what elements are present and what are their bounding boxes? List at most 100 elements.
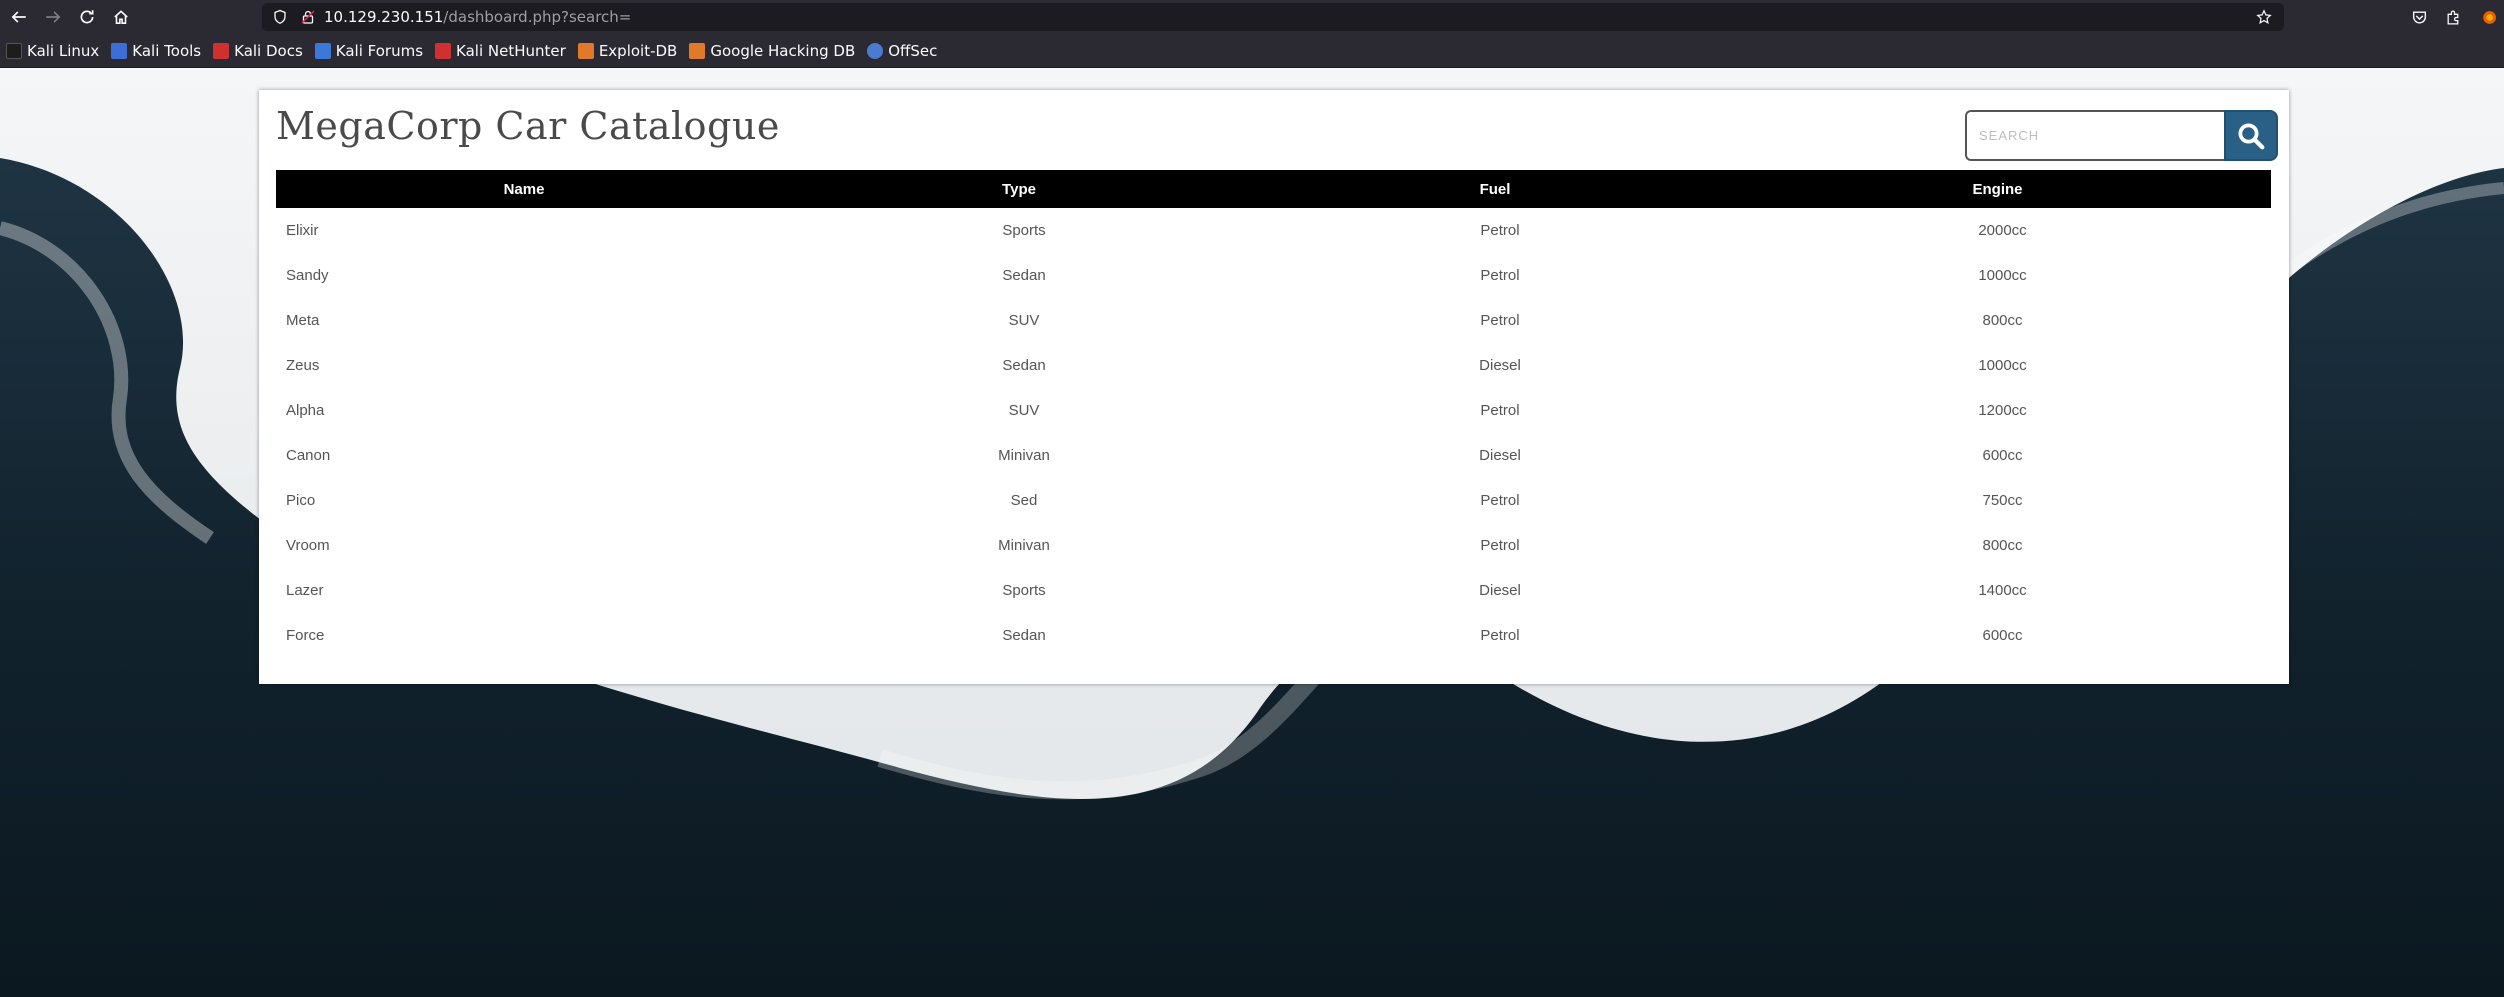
kali-docs-icon: [213, 42, 230, 59]
address-bar[interactable]: 10.129.230.151/dashboard.php?search=: [262, 3, 2284, 31]
cell-name: Canon: [286, 447, 331, 464]
cell-engine: 2000cc: [1978, 222, 2027, 239]
cell-engine: 600cc: [1982, 447, 2023, 464]
cell-engine: 1000cc: [1978, 267, 2027, 284]
page-viewport: MegaCorp Car Catalogue Name Type Fuel En…: [0, 68, 2504, 997]
cell-type: Sed: [1010, 492, 1038, 509]
cell-engine: 750cc: [1982, 492, 2023, 509]
column-header-type: Type: [1002, 180, 1036, 198]
cell-engine: 800cc: [1982, 537, 2023, 554]
cell-engine: 1400cc: [1978, 582, 2027, 599]
puzzle-icon: [2447, 10, 2458, 25]
cell-name: Pico: [286, 492, 316, 509]
cell-engine: 1000cc: [1978, 357, 2027, 374]
bookmark-kali-linux[interactable]: Kali Linux: [6, 42, 99, 60]
pocket-button[interactable]: [2402, 0, 2436, 34]
cell-name: Force: [286, 627, 325, 644]
cell-type: Sedan: [1002, 267, 1046, 284]
table-row: Meta SUV Petrol 800cc: [276, 298, 2271, 343]
exploit-db-icon: [577, 42, 594, 59]
table-row: Elixir Sports Petrol 2000cc: [276, 208, 2271, 253]
bookmark-label: OffSec: [888, 41, 938, 60]
table-row: Sandy Sedan Petrol 1000cc: [276, 253, 2271, 298]
cell-name: Sandy: [286, 267, 329, 284]
ghdb-icon: [689, 42, 706, 59]
kali-forums-icon: [314, 42, 331, 59]
reload-button[interactable]: [72, 2, 102, 32]
back-arrow-icon: [11, 11, 26, 23]
bookmark-star-icon[interactable]: [2256, 9, 2272, 25]
bookmark-google-hacking-db[interactable]: Google Hacking DB: [689, 42, 855, 60]
page-title: MegaCorp Car Catalogue: [276, 104, 780, 148]
table-row: Alpha SUV Petrol 1200cc: [276, 388, 2271, 433]
bookmark-exploit-db[interactable]: Exploit-DB: [577, 41, 678, 60]
url-text[interactable]: 10.129.230.151/dashboard.php?search=: [324, 8, 631, 26]
offsec-icon: [867, 42, 884, 59]
bookmark-kali-forums[interactable]: Kali Forums: [314, 41, 424, 60]
cell-name: Lazer: [286, 582, 324, 599]
cell-fuel: Diesel: [1479, 582, 1521, 599]
cell-type: Sedan: [1002, 357, 1046, 374]
cell-type: Sports: [1002, 582, 1046, 599]
cell-fuel: Petrol: [1480, 222, 1520, 239]
bookmark-label: Kali Forums: [335, 41, 424, 60]
bookmark-offsec[interactable]: OffSec: [867, 42, 937, 60]
kali-dragon-icon: [6, 42, 22, 59]
bookmarks-bar: Kali Linux Kali Tools Kali Docs Kali For…: [0, 34, 2504, 68]
table-row: Lazer Sports Diesel 1400cc: [276, 568, 2271, 613]
search-button[interactable]: [2224, 110, 2278, 161]
url-path: /dashboard.php?search=: [443, 8, 632, 26]
cell-engine: 1200cc: [1978, 402, 2027, 419]
nethunter-icon: [435, 42, 452, 59]
table-row: Vroom Minivan Petrol 800cc: [276, 523, 2271, 568]
car-catalogue-table: Name Type Fuel Engine Elixir Sports Petr…: [276, 170, 2271, 658]
back-button[interactable]: [4, 2, 34, 32]
bookmark-label: Kali Linux: [27, 41, 100, 60]
pocket-icon: [2412, 10, 2426, 23]
cell-name: Alpha: [286, 402, 325, 419]
bookmark-label: Google Hacking DB: [710, 41, 856, 60]
bookmark-label: Kali Tools: [132, 41, 202, 60]
cell-fuel: Petrol: [1480, 537, 1520, 554]
cell-name: Meta: [286, 312, 320, 329]
cell-type: Minivan: [998, 447, 1050, 464]
cell-fuel: Petrol: [1480, 402, 1520, 419]
extensions-button[interactable]: [2436, 0, 2470, 34]
toolbar-right-icons: [2402, 0, 2504, 34]
bookmark-kali-tools[interactable]: Kali Tools: [111, 42, 201, 60]
cell-engine: 600cc: [1982, 627, 2023, 644]
table-row: Force Sedan Petrol 600cc: [276, 613, 2271, 658]
table-body: Elixir Sports Petrol 2000cc Sandy Sedan …: [276, 208, 2271, 658]
column-header-name: Name: [503, 180, 545, 198]
firefox-icon: [2482, 10, 2496, 24]
column-header-engine: Engine: [1972, 180, 2023, 198]
browser-toolbar: 10.129.230.151/dashboard.php?search=: [0, 0, 2504, 34]
search-input[interactable]: [1965, 110, 2230, 161]
shield-icon[interactable]: [272, 9, 288, 25]
cell-fuel: Petrol: [1480, 267, 1520, 284]
cell-type: Sports: [1002, 222, 1046, 239]
home-button[interactable]: [106, 2, 136, 32]
cell-name: Elixir: [286, 222, 319, 239]
cell-engine: 800cc: [1982, 312, 2023, 329]
forward-button[interactable]: [38, 2, 68, 32]
cell-fuel: Diesel: [1479, 447, 1521, 464]
search-form: [1965, 110, 2278, 161]
table-header: Name Type Fuel Engine: [276, 170, 2271, 208]
bookmark-label: Kali Docs: [234, 41, 303, 60]
cell-type: Sedan: [1002, 627, 1046, 644]
bookmark-kali-docs[interactable]: Kali Docs: [213, 42, 303, 60]
cell-fuel: Diesel: [1479, 357, 1521, 374]
cell-type: Minivan: [998, 537, 1050, 554]
cell-fuel: Petrol: [1480, 312, 1520, 329]
cell-fuel: Petrol: [1480, 627, 1520, 644]
firefox-account-button[interactable]: [2470, 0, 2504, 34]
cell-type: SUV: [1008, 402, 1040, 419]
table-row: Canon Minivan Diesel 600cc: [276, 433, 2271, 478]
home-icon: [114, 10, 128, 24]
insecure-lock-icon[interactable]: [300, 9, 316, 25]
bookmark-kali-nethunter[interactable]: Kali NetHunter: [435, 42, 566, 60]
forward-arrow-icon: [46, 11, 61, 23]
bookmark-label: Exploit-DB: [598, 41, 678, 60]
catalogue-panel: MegaCorp Car Catalogue Name Type Fuel En…: [259, 90, 2289, 684]
